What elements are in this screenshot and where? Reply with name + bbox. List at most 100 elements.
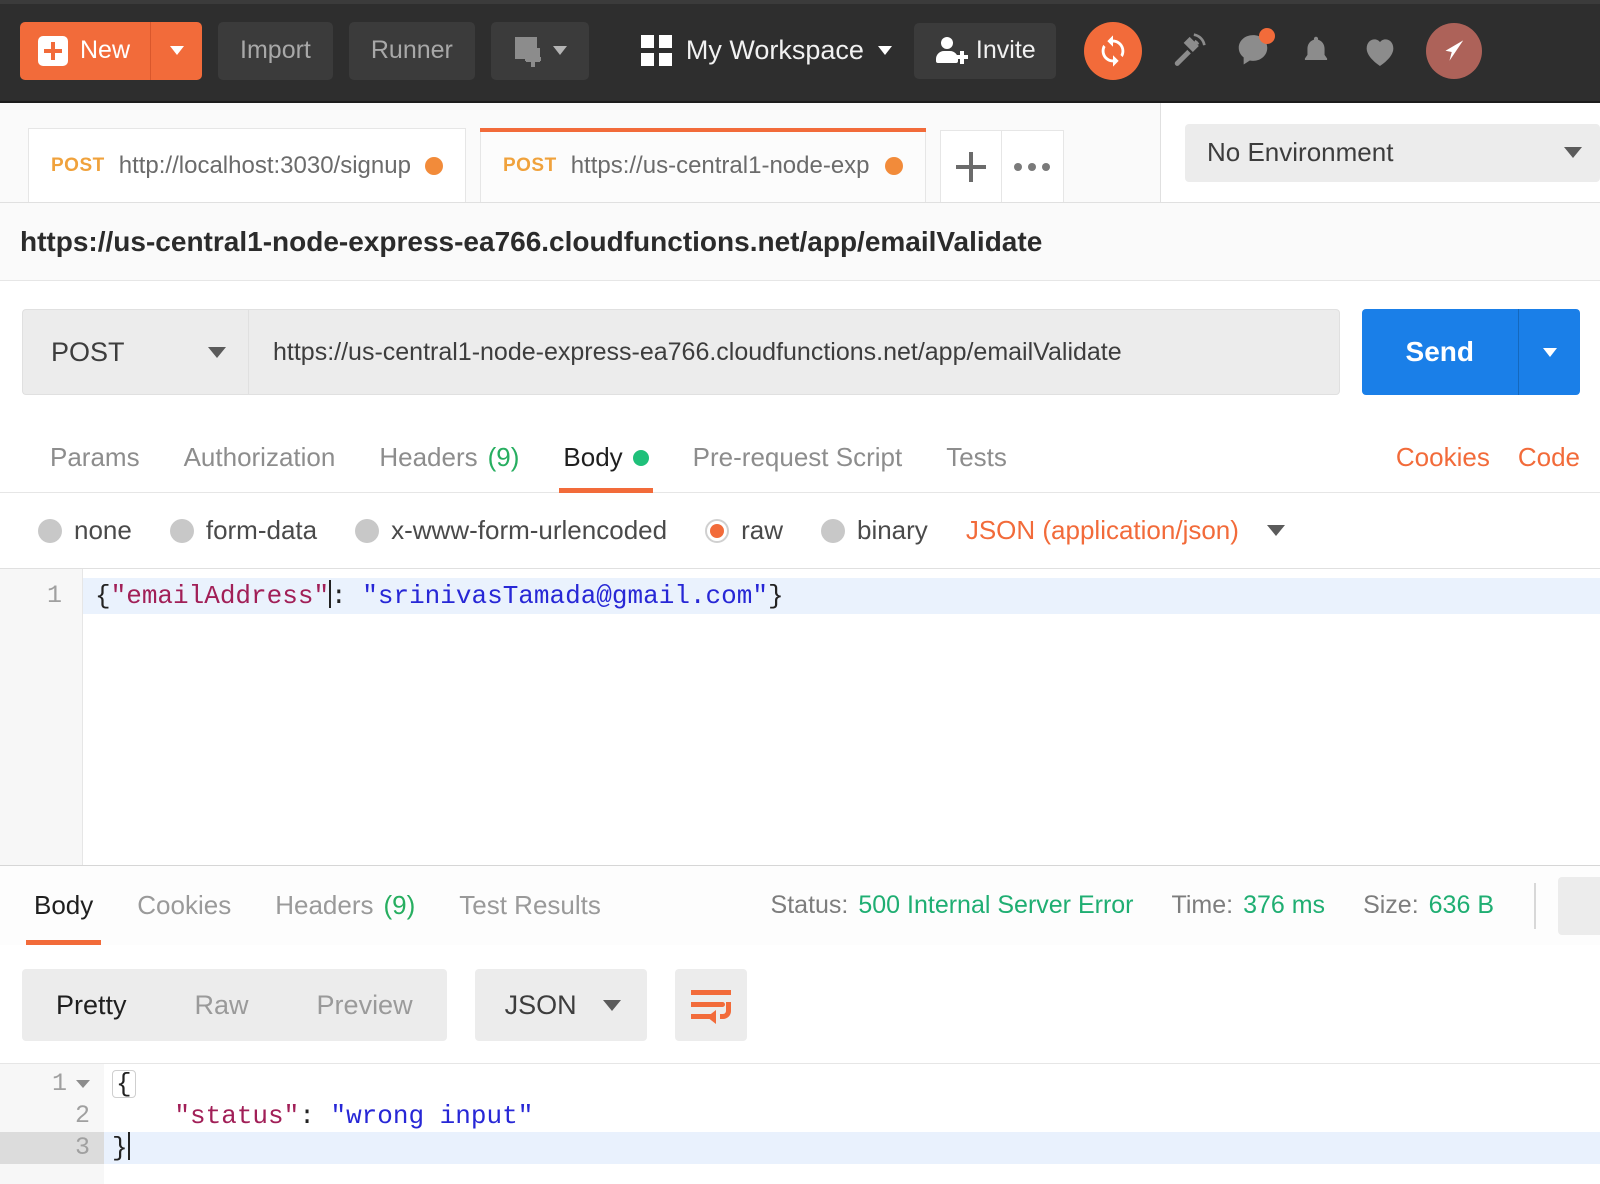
tab-body[interactable]: Body xyxy=(541,423,670,493)
send-options-button[interactable] xyxy=(1518,309,1580,395)
request-tab-0[interactable]: POST http://localhost:3030/signup xyxy=(28,128,466,202)
satellite-dish-icon xyxy=(1174,32,1206,66)
json-key: "emailAddress" xyxy=(110,581,330,611)
body-type-row: none form-data x-www-form-urlencoded raw… xyxy=(0,493,1600,568)
radio-icon xyxy=(355,518,380,543)
radio-label: x-www-form-urlencoded xyxy=(391,515,668,545)
response-meta-bar: Body Cookies Headers (9) Test Results St… xyxy=(0,865,1600,945)
body-type-raw[interactable]: raw xyxy=(705,515,783,546)
response-format-selector[interactable]: JSON xyxy=(474,969,647,1041)
new-collection-icon xyxy=(513,34,547,68)
view-mode-pretty[interactable]: Pretty xyxy=(22,969,161,1041)
tab-options-button[interactable] xyxy=(1001,130,1064,202)
json-close-brace: } xyxy=(112,1133,128,1163)
plus-icon xyxy=(955,151,986,182)
request-links: Cookies Code xyxy=(1396,423,1580,492)
tab-label: Params xyxy=(50,442,140,472)
line-number-row: 2 xyxy=(0,1100,104,1132)
runner-button[interactable]: Runner xyxy=(348,21,475,80)
tab-method-label: POST xyxy=(502,154,557,176)
notification-badge xyxy=(1258,27,1275,44)
cookies-link[interactable]: Cookies xyxy=(1396,442,1490,473)
tab-actions xyxy=(939,103,1064,202)
format-label: JSON xyxy=(504,989,577,1020)
import-button[interactable]: Import xyxy=(218,21,333,80)
tab-authorization[interactable]: Authorization xyxy=(162,423,358,492)
radio-label: form-data xyxy=(205,515,318,545)
chevron-down-icon xyxy=(602,999,621,1011)
url-bar: POST https://us-central1-node-express-ea… xyxy=(0,281,1600,423)
url-input[interactable]: https://us-central1-node-express-ea766.c… xyxy=(248,309,1340,395)
response-tab-headers[interactable]: Headers (9) xyxy=(253,866,437,945)
json-key: "status" xyxy=(174,1101,300,1131)
new-tab-button[interactable] xyxy=(939,130,1002,202)
request-tabs-list: Params Authorization Headers (9) Body Pr… xyxy=(28,423,1029,493)
line-number: 2 xyxy=(74,1101,90,1130)
body-type-x-www-form-urlencoded[interactable]: x-www-form-urlencoded xyxy=(355,515,667,546)
tab-pre-request-script[interactable]: Pre-request Script xyxy=(671,423,925,492)
line-number: 1 xyxy=(51,1069,67,1098)
code-line[interactable]: { xyxy=(104,1068,1600,1100)
word-wrap-button[interactable] xyxy=(674,969,747,1041)
response-body-viewer[interactable]: 1 2 3 { "status": "wrong input" } xyxy=(0,1063,1600,1184)
radio-icon xyxy=(169,518,194,543)
request-code-area[interactable]: {"emailAddress": "srinivasTamada@gmail.c… xyxy=(83,569,1600,865)
code-line[interactable]: } xyxy=(104,1132,1600,1164)
code-line[interactable]: {"emailAddress": "srinivasTamada@gmail.c… xyxy=(83,578,1600,614)
environment-selector[interactable]: No Environment xyxy=(1185,123,1600,182)
request-tab-1[interactable]: POST https://us-central1-node-expres xyxy=(479,128,926,202)
line-number: 1 xyxy=(46,581,62,610)
tab-url-label: https://us-central1-node-expres xyxy=(570,151,871,179)
code-line[interactable]: "status": "wrong input" xyxy=(104,1100,1600,1132)
satellite-button[interactable] xyxy=(1168,31,1208,71)
request-tabs-container: POST http://localhost:3030/signup POST h… xyxy=(0,103,1160,202)
radio-label: raw xyxy=(741,515,783,545)
request-body-editor[interactable]: 1 {"emailAddress": "srinivasTamada@gmail… xyxy=(0,568,1600,865)
user-avatar[interactable] xyxy=(1425,22,1482,79)
response-actions-button[interactable] xyxy=(1558,876,1600,935)
invite-button[interactable]: Invite xyxy=(913,22,1056,79)
comments-button[interactable] xyxy=(1234,27,1275,70)
view-mode-raw[interactable]: Raw xyxy=(161,969,283,1041)
code-link[interactable]: Code xyxy=(1518,442,1580,473)
workspace-label: My Workspace xyxy=(685,35,864,65)
content-type-label: JSON (application/json) xyxy=(965,515,1239,545)
tab-params[interactable]: Params xyxy=(28,423,162,492)
tab-headers[interactable]: Headers (9) xyxy=(357,423,541,492)
body-type-form-data[interactable]: form-data xyxy=(169,515,318,546)
unsaved-indicator xyxy=(884,156,903,175)
workspace-selector[interactable]: My Workspace xyxy=(640,35,892,66)
request-tab-strip: POST http://localhost:3030/signup POST h… xyxy=(0,103,1600,203)
content-type-selector[interactable]: JSON (application/json) xyxy=(966,515,1285,546)
chevron-down-icon xyxy=(169,46,184,55)
response-tab-body[interactable]: Body xyxy=(12,866,115,945)
view-mode-preview[interactable]: Preview xyxy=(283,969,447,1041)
body-type-none[interactable]: none xyxy=(38,515,132,546)
send-button[interactable]: Send xyxy=(1361,309,1518,395)
new-button[interactable]: New xyxy=(20,21,203,80)
json-open-brace: { xyxy=(112,1070,136,1098)
plus-icon xyxy=(38,35,68,66)
tab-label: Body xyxy=(563,442,623,472)
response-code-area[interactable]: { "status": "wrong input" } xyxy=(104,1064,1600,1184)
sync-button[interactable] xyxy=(1083,21,1142,80)
favorites-button[interactable] xyxy=(1360,31,1400,71)
response-tab-cookies[interactable]: Cookies xyxy=(115,866,253,945)
bell-button[interactable] xyxy=(1298,33,1334,69)
time-badge: Time: 376 ms xyxy=(1172,891,1326,920)
tab-tests[interactable]: Tests xyxy=(924,423,1029,492)
new-collection-button[interactable] xyxy=(490,21,589,80)
text-cursor xyxy=(127,1132,130,1161)
new-button-main[interactable]: New xyxy=(20,22,150,80)
body-type-binary[interactable]: binary xyxy=(820,515,928,546)
tab-label: Pre-request Script xyxy=(692,442,903,472)
tab-label: Cookies xyxy=(137,890,232,920)
new-button-dropdown[interactable] xyxy=(150,21,202,80)
response-tab-test-results[interactable]: Test Results xyxy=(437,866,623,945)
tab-label: Tests xyxy=(946,442,1007,472)
http-method-label: POST xyxy=(51,336,125,367)
fold-arrow-icon[interactable] xyxy=(76,1080,90,1088)
tab-label: Body xyxy=(34,890,94,920)
http-method-selector[interactable]: POST xyxy=(22,309,248,395)
